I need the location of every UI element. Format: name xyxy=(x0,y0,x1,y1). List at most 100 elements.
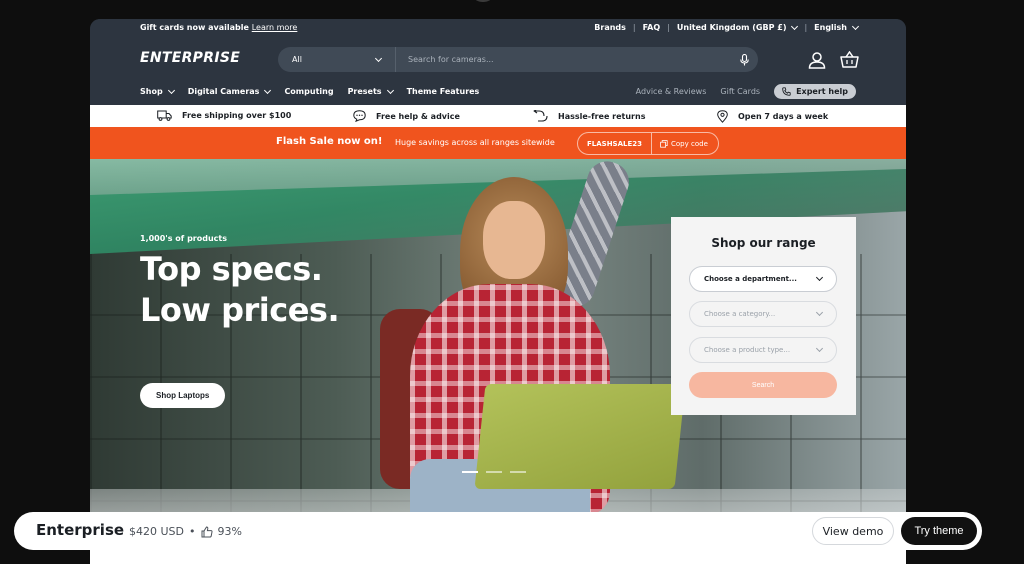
language-label: English xyxy=(814,23,847,32)
theme-price: $420 USD xyxy=(129,525,184,538)
nav-item-shop[interactable]: Shop xyxy=(140,86,175,96)
search-category-label: All xyxy=(292,55,302,64)
top-indicator xyxy=(474,0,492,2)
utility-links: Brands | FAQ | United Kingdom (GBP £) | … xyxy=(594,22,860,32)
page-bottom-edge xyxy=(90,550,906,564)
meta-separator: • xyxy=(189,525,196,538)
copy-code-label: Copy code xyxy=(671,139,708,148)
search-input[interactable] xyxy=(396,55,730,64)
hero-headline-line-1: Top specs. xyxy=(140,250,323,288)
faq-link[interactable]: FAQ xyxy=(643,23,661,32)
usp-shipping: Free shipping over $100 xyxy=(157,110,291,121)
try-theme-button[interactable]: Try theme xyxy=(901,517,977,545)
theme-info-bar: Enterprise $420 USD • 93% View demo Try … xyxy=(14,512,982,550)
hero-headline: Top specs. Low prices. xyxy=(140,249,340,331)
basket-icon[interactable] xyxy=(840,50,859,69)
nav-left: Shop Digital Cameras Computing Presets T… xyxy=(140,86,480,96)
language-selector[interactable]: English xyxy=(814,22,860,32)
theme-rating: 93% xyxy=(217,525,242,538)
main-navigation: Shop Digital Cameras Computing Presets T… xyxy=(90,84,906,105)
category-select[interactable]: Choose a category... xyxy=(689,301,837,327)
usp-label: Free shipping over $100 xyxy=(182,111,292,120)
nav-item-presets[interactable]: Presets xyxy=(347,86,394,96)
thumbs-up-icon xyxy=(201,525,213,537)
category-select-label: Choose a category... xyxy=(704,310,776,318)
hero-image-person-with-laptop xyxy=(380,159,690,564)
account-icon[interactable] xyxy=(808,51,826,69)
chevron-down-icon xyxy=(815,273,824,282)
hero-banner: 1,000's of products Top specs. Low price… xyxy=(90,159,906,564)
truck-icon xyxy=(157,110,172,121)
nav-right: Advice & Reviews Gift Cards Expert help xyxy=(636,84,856,99)
search-category-select[interactable]: All xyxy=(278,47,396,72)
usp-returns: Hassle-free returns xyxy=(533,110,645,122)
usp-label: Free help & advice xyxy=(376,111,460,121)
brands-link[interactable]: Brands xyxy=(594,23,626,32)
search-bar: All xyxy=(278,47,758,72)
chevron-down-icon xyxy=(815,344,824,353)
location-pin-icon xyxy=(717,110,728,123)
usp-bar: Free shipping over $100 Free help & advi… xyxy=(90,105,906,127)
hero-text: 1,000's of products Top specs. Low price… xyxy=(140,234,340,331)
expert-help-label: Expert help xyxy=(796,87,848,96)
discount-code: FLASHSALE23 xyxy=(578,133,653,154)
copy-icon xyxy=(660,139,668,148)
nav-item-digital-cameras[interactable]: Digital Cameras xyxy=(188,86,272,96)
hero-image-face xyxy=(483,201,545,279)
utility-bar: Gift cards now available Learn more Bran… xyxy=(90,19,906,38)
usp-label: Hassle-free returns xyxy=(558,111,646,121)
chevron-down-icon xyxy=(386,86,394,94)
chevron-down-icon xyxy=(815,308,824,317)
product-type-select[interactable]: Choose a product type... xyxy=(689,337,837,363)
slide-dot[interactable] xyxy=(462,471,478,473)
slideshow-dots xyxy=(462,471,526,473)
flash-sale-subtitle: Huge savings across all ranges sitewide xyxy=(395,138,555,147)
shop-laptops-button[interactable]: Shop Laptops xyxy=(140,383,226,408)
copy-code-button[interactable]: Copy code xyxy=(652,140,708,148)
shop-range-title: Shop our range xyxy=(711,236,816,250)
nav-item-theme-features[interactable]: Theme Features xyxy=(407,87,480,96)
gift-card-text: Gift cards now available xyxy=(140,23,249,32)
theme-name: Enterprise xyxy=(36,521,125,539)
slide-dot[interactable] xyxy=(510,471,526,473)
usp-opening: Open 7 days a week xyxy=(717,110,828,123)
return-arrow-icon xyxy=(533,110,548,122)
chevron-down-icon xyxy=(264,86,272,94)
department-select[interactable]: Choose a department... xyxy=(689,266,837,292)
logo[interactable]: ENTERPRISE xyxy=(140,50,240,66)
region-selector[interactable]: United Kingdom (GBP £) xyxy=(676,22,799,32)
discount-code-pill: FLASHSALE23 Copy code xyxy=(577,132,719,155)
nav-item-computing[interactable]: Computing xyxy=(284,87,333,96)
hero-eyebrow: 1,000's of products xyxy=(140,234,227,243)
department-select-label: Choose a department... xyxy=(704,275,797,283)
divider: | xyxy=(804,23,808,32)
range-search-button[interactable]: Search xyxy=(689,372,837,398)
theme-preview-frame: Gift cards now available Learn more Bran… xyxy=(90,19,906,564)
hero-headline-line-2: Low prices. xyxy=(140,291,340,329)
microphone-icon[interactable] xyxy=(730,47,758,72)
learn-more-link[interactable]: Learn more xyxy=(252,23,298,32)
chevron-down-icon xyxy=(851,22,860,30)
slide-dot[interactable] xyxy=(486,471,502,473)
flash-sale-title: Flash Sale now on! xyxy=(276,136,383,147)
chevron-down-icon xyxy=(374,54,383,62)
expert-help-button[interactable]: Expert help xyxy=(774,84,856,99)
hero-image-laptop xyxy=(474,384,686,489)
view-demo-button[interactable]: View demo xyxy=(812,517,894,545)
divider: | xyxy=(667,23,670,32)
region-label: United Kingdom (GBP £) xyxy=(676,23,787,32)
theme-meta: $420 USD • 93% xyxy=(129,525,242,538)
usp-label: Open 7 days a week xyxy=(738,112,829,121)
nav-label: Presets xyxy=(347,87,382,96)
chevron-down-icon xyxy=(167,86,175,94)
phone-icon xyxy=(782,87,791,96)
nav-item-advice-reviews[interactable]: Advice & Reviews xyxy=(636,87,707,96)
product-type-select-label: Choose a product type... xyxy=(704,346,791,354)
chat-icon xyxy=(353,110,366,122)
nav-label: Shop xyxy=(140,87,163,96)
shop-range-panel: Shop our range Choose a department... Ch… xyxy=(671,217,856,415)
nav-item-gift-cards[interactable]: Gift Cards xyxy=(720,87,760,96)
chevron-down-icon xyxy=(791,22,799,30)
flash-sale-banner: Flash Sale now on! Huge savings across a… xyxy=(90,127,906,159)
divider: | xyxy=(632,23,636,32)
